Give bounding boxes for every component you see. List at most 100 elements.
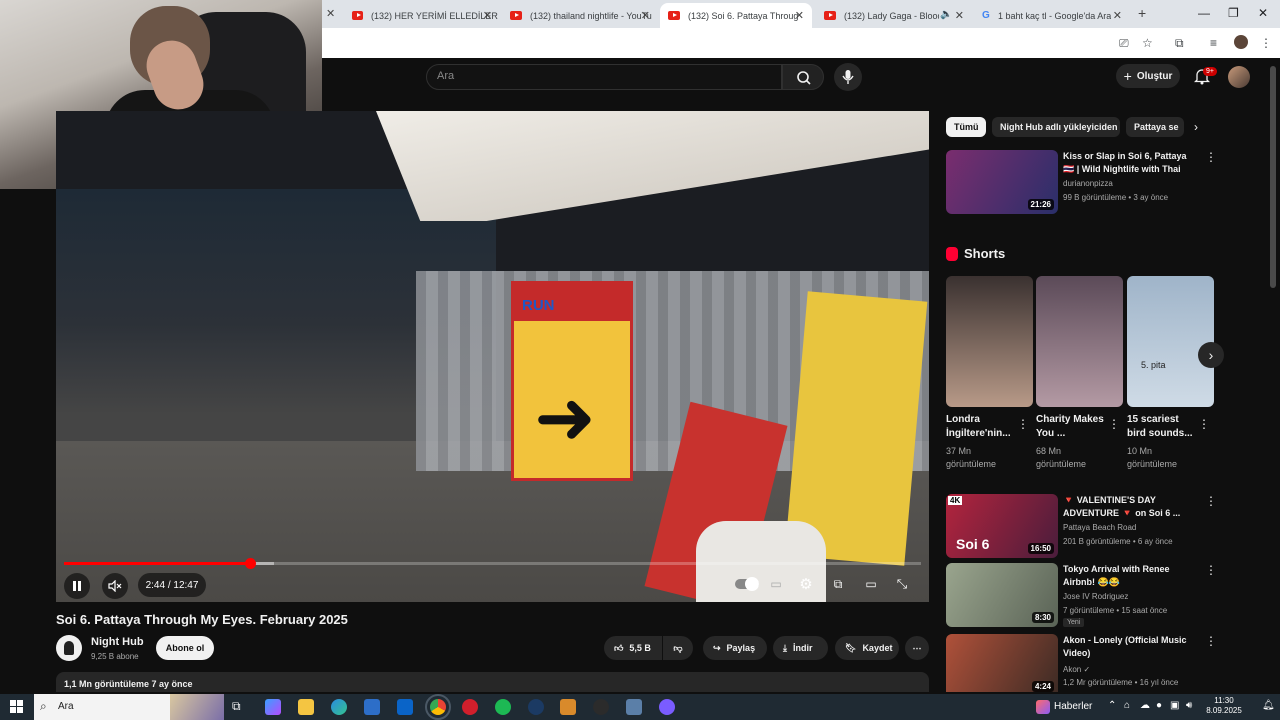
app-icon[interactable] <box>560 699 576 715</box>
recommended-channel[interactable]: Jose IV Rodriguez <box>1063 592 1128 601</box>
more-vert-icon[interactable]: ⋮ <box>1205 150 1217 164</box>
shorts-next-button[interactable]: › <box>1198 342 1224 368</box>
app-icon[interactable] <box>626 699 642 715</box>
like-button[interactable]: 👍︎ 5,5 B <box>604 636 662 660</box>
store-icon[interactable] <box>364 699 380 715</box>
spotify-icon[interactable] <box>495 699 511 715</box>
recommended-channel[interactable]: Akon ✓ <box>1063 665 1090 674</box>
short-thumbnail[interactable] <box>946 276 1033 407</box>
cast-icon[interactable]: ⎚ <box>1119 36 1129 51</box>
theater-mode-icon[interactable]: ▭ <box>861 573 881 595</box>
new-tab-icon[interactable]: + <box>1138 5 1146 21</box>
create-button[interactable]: + Oluştur <box>1116 64 1180 88</box>
news-widget-icon[interactable] <box>1036 700 1050 714</box>
taskbar-clock[interactable]: 11:30 8.09.2025 <box>1206 696 1242 716</box>
network-icon[interactable]: ▣ <box>1170 700 1179 711</box>
video-player[interactable]: RUN ➜ 2:44 / 12:47 ▭ ⚙ ⧉ ▭ ⤡ <box>56 111 929 602</box>
recommended-video[interactable]: 21:26 Kiss or Slap in Soi 6, Pattaya 🇹🇭 … <box>946 150 1217 214</box>
more-vert-icon[interactable]: ⋮ <box>1198 417 1210 431</box>
more-vert-icon[interactable]: ⋮ <box>1108 417 1120 431</box>
window-close-icon[interactable]: ✕ <box>1258 6 1268 20</box>
tab-4[interactable]: G 1 baht kaç tl - Google'da Ara ✕ <box>974 3 1130 28</box>
video-thumbnail[interactable]: 4K Soi 6 16:50 <box>946 494 1058 558</box>
description-box[interactable]: 1,1 Mn görüntüleme 7 ay önce <box>56 672 929 692</box>
video-thumbnail[interactable]: 4:24 <box>946 634 1058 692</box>
tray-app-icon[interactable]: ⌂ <box>1124 700 1130 711</box>
video-thumbnail[interactable]: 8:30 <box>946 563 1058 627</box>
channel-avatar[interactable] <box>56 635 82 661</box>
more-vert-icon[interactable]: ⋮ <box>1017 417 1029 431</box>
recommended-title[interactable]: 🔻 VALENTINE'S DAY ADVENTURE 🔻 on Soi 6 .… <box>1063 494 1198 520</box>
tray-chevron-icon[interactable]: ⌃ <box>1108 700 1116 711</box>
search-box[interactable]: Ara <box>426 64 782 90</box>
media-controls-icon[interactable]: ≡ <box>1210 36 1217 50</box>
tab-close-icon[interactable]: ✕ <box>326 7 335 20</box>
short-thumbnail[interactable] <box>1036 276 1123 407</box>
task-view-icon[interactable]: ⧉ <box>232 699 248 715</box>
news-widget-label[interactable]: Haberler <box>1054 701 1092 712</box>
recommended-video[interactable]: 4:24 Akon - Lonely (Official Music Video… <box>946 634 1216 692</box>
progress-bar[interactable] <box>64 558 921 569</box>
restore-icon[interactable]: ❐ <box>1228 6 1239 20</box>
tab-2-active[interactable]: (132) Soi 6. Pattaya Through M✕ <box>660 3 812 28</box>
close-icon[interactable]: ✕ <box>1113 9 1122 22</box>
search-button[interactable] <box>782 64 824 90</box>
autoplay-toggle[interactable] <box>732 573 762 595</box>
recommended-title[interactable]: Akon - Lonely (Official Music Video) <box>1063 634 1198 660</box>
discord-icon[interactable] <box>659 699 675 715</box>
notification-center-icon[interactable]: 🔔︎ <box>1262 700 1275 711</box>
channel-name[interactable]: Night Hub <box>91 636 144 648</box>
pause-button[interactable] <box>64 573 90 599</box>
download-button[interactable]: ⤓ İndir <box>773 636 828 660</box>
opera-icon[interactable] <box>462 699 478 715</box>
onedrive-icon[interactable]: ☁ <box>1140 700 1150 711</box>
tab-3[interactable]: (132) Lady Gaga - Bloody M🔈✕ <box>816 3 972 28</box>
video-thumbnail[interactable]: 21:26 <box>946 150 1058 214</box>
bookmark-star-icon[interactable]: ☆ <box>1142 36 1153 50</box>
tab-1[interactable]: (132) thailand nightlife - YouTu ✕ <box>502 3 658 28</box>
recommended-video[interactable]: 8:30 Tokyo Arrival with Renee Airbnb! 😂😂… <box>946 563 1217 627</box>
profile-avatar-icon[interactable] <box>1234 35 1248 49</box>
voice-search-button[interactable] <box>834 63 862 91</box>
short-title[interactable]: Londra İngiltere'nin... <box>946 413 1018 441</box>
mute-button[interactable] <box>102 573 128 599</box>
chip-pattaya[interactable]: Pattaya se <box>1126 117 1184 137</box>
extensions-icon[interactable]: ⧉ <box>1175 36 1184 51</box>
edge-icon[interactable] <box>331 699 347 715</box>
taskbar-search[interactable]: ⌕ Ara <box>34 694 224 720</box>
close-icon[interactable]: ✕ <box>955 9 964 22</box>
menu-icon[interactable]: ⋮ <box>1260 36 1272 50</box>
progress-scrubber[interactable] <box>244 558 256 569</box>
short-thumbnail[interactable]: 5. pita <box>1127 276 1214 407</box>
short-title[interactable]: Charity Makes You ... <box>1036 413 1108 441</box>
minimize-icon[interactable]: — <box>1198 6 1210 20</box>
chrome-icon[interactable] <box>425 694 451 720</box>
more-actions-button[interactable]: ⋯ <box>905 636 929 660</box>
subtitles-icon[interactable]: ▭ <box>766 573 786 595</box>
windows-start-icon[interactable] <box>10 700 24 714</box>
fullscreen-exit-icon[interactable]: ⤡ <box>892 573 912 595</box>
chip-all[interactable]: Tümü <box>946 117 986 137</box>
subscribe-button[interactable]: Abone ol <box>156 636 214 660</box>
search-input[interactable]: Ara <box>437 70 454 82</box>
share-button[interactable]: ↪ Paylaş <box>703 636 767 660</box>
tab-0[interactable]: (132) HER YERİMİ ELLEDİLER - Y ✕ <box>344 3 500 28</box>
outlook-icon[interactable] <box>397 699 413 715</box>
recommended-title[interactable]: Kiss or Slap in Soi 6, Pattaya 🇹🇭 | Wild… <box>1063 150 1198 176</box>
settings-gear-icon[interactable]: ⚙ <box>796 573 816 595</box>
chevron-right-icon[interactable]: › <box>1194 120 1198 134</box>
volume-icon[interactable]: 🔊︎ <box>1186 700 1192 711</box>
close-icon[interactable]: ✕ <box>795 9 804 22</box>
recommended-channel[interactable]: durianonpizza <box>1063 179 1113 188</box>
chip-channel[interactable]: Night Hub adlı yükleyiciden <box>992 117 1120 137</box>
recommended-channel[interactable]: Pattaya Beach Road <box>1063 523 1136 532</box>
steam-icon[interactable] <box>528 699 544 715</box>
copilot-icon[interactable] <box>265 699 281 715</box>
close-icon[interactable]: ✕ <box>483 9 492 22</box>
save-button[interactable]: 🔖︎ Kaydet <box>835 636 899 660</box>
miniplayer-icon[interactable]: ⧉ <box>828 573 848 595</box>
close-icon[interactable]: ✕ <box>641 9 650 22</box>
dislike-button[interactable]: 👎︎ <box>663 636 693 660</box>
microphone-icon[interactable]: ● <box>1156 700 1162 711</box>
short-title[interactable]: 15 scariest bird sounds... <box>1127 413 1199 441</box>
